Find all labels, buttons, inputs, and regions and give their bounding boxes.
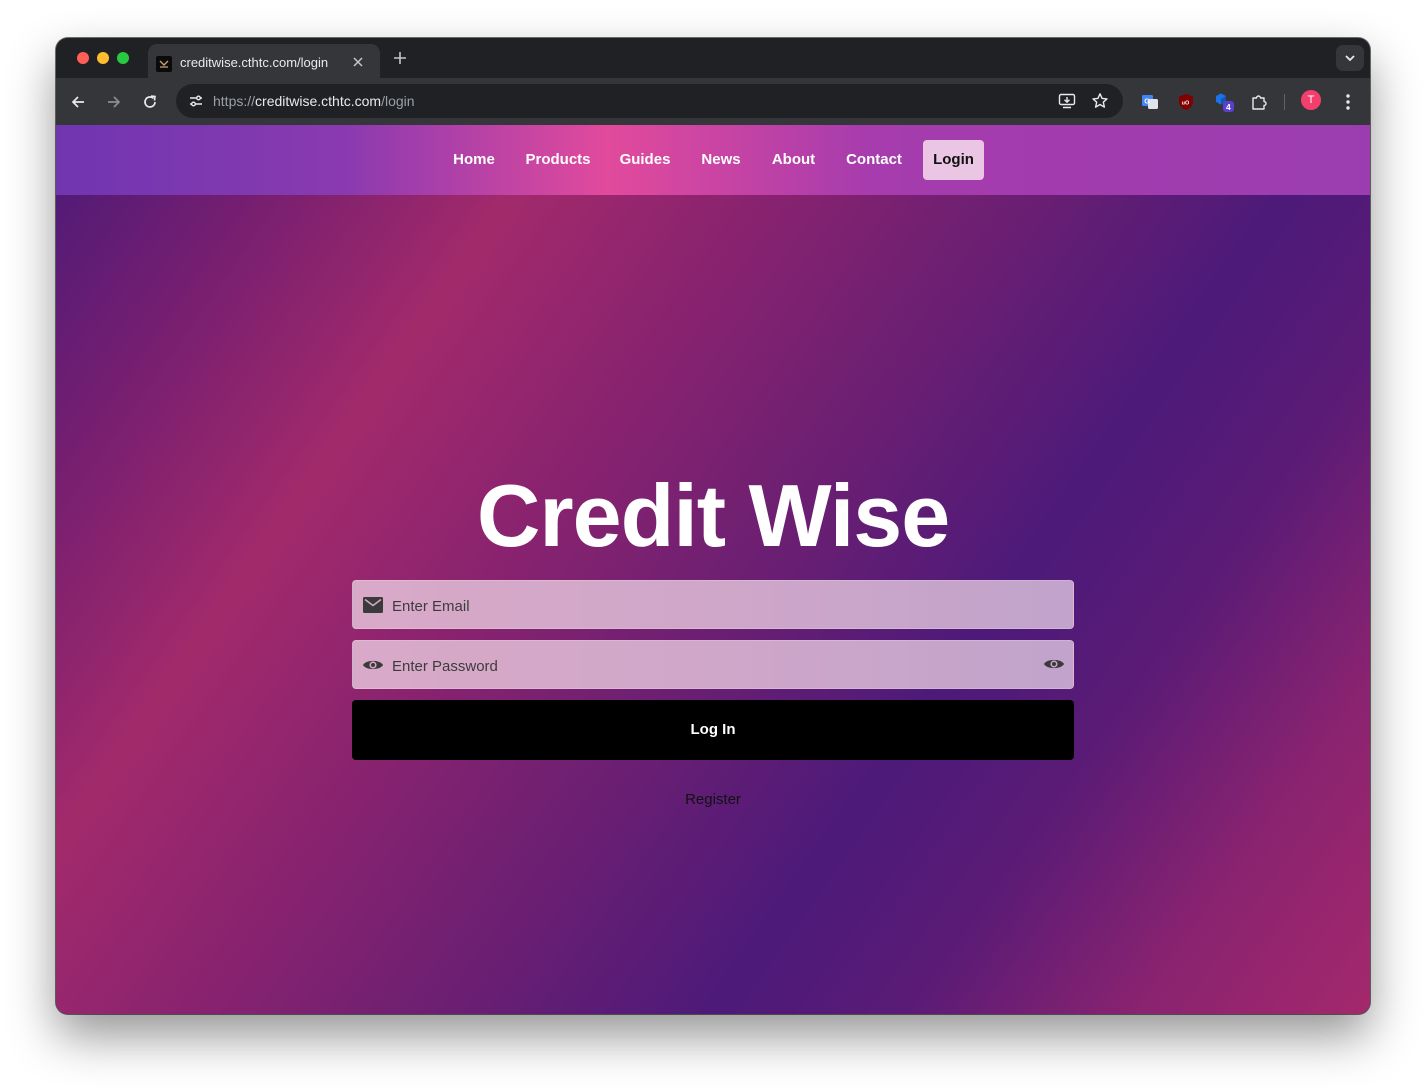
- tab-search-chevron-icon[interactable]: [1336, 45, 1364, 71]
- install-app-icon[interactable]: [1055, 89, 1079, 113]
- cube-extension-icon[interactable]: 4: [1212, 90, 1236, 114]
- forward-arrow-icon[interactable]: [102, 90, 126, 114]
- site-navbar: Home Products Guides News About Contact …: [56, 125, 1370, 195]
- close-tab-icon[interactable]: [350, 54, 366, 70]
- site-favicon-icon: [156, 56, 172, 72]
- url-host: creditwise.cthtc.com: [255, 93, 382, 109]
- page-title: Credit Wise: [476, 466, 950, 565]
- new-tab-icon[interactable]: [391, 49, 409, 67]
- nav-link-news[interactable]: News: [695, 140, 747, 180]
- tab-strip: creditwise.cthtc.com/login: [56, 38, 1370, 78]
- nav-link-login[interactable]: Login: [923, 140, 984, 180]
- password-field[interactable]: [352, 640, 1074, 690]
- show-password-toggle-icon[interactable]: [1042, 652, 1066, 676]
- register-link: Register: [56, 791, 1370, 808]
- google-translate-icon[interactable]: G: [1138, 90, 1162, 114]
- close-window-button[interactable]: [77, 52, 89, 64]
- web-page: Home Products Guides News About Contact …: [56, 125, 1370, 1014]
- svg-text:uO: uO: [1182, 101, 1190, 107]
- nav-link-contact[interactable]: Contact: [841, 140, 907, 180]
- url-scheme: https://: [213, 93, 256, 109]
- minimize-window-button[interactable]: [97, 52, 109, 64]
- email-input[interactable]: [392, 581, 1032, 630]
- url-path: /login: [381, 93, 415, 109]
- password-input[interactable]: [392, 641, 1032, 690]
- nav-link-about[interactable]: About: [765, 140, 822, 180]
- svg-text:G: G: [1144, 99, 1150, 106]
- nav-link-products[interactable]: Products: [520, 140, 596, 180]
- reload-icon[interactable]: [138, 90, 162, 114]
- url-text: https://creditwise.cthtc.com/login: [213, 93, 415, 109]
- toolbar-divider: [1284, 94, 1285, 110]
- email-field[interactable]: [352, 580, 1074, 630]
- register-link-label[interactable]: Register: [685, 791, 741, 808]
- star-icon[interactable]: [1088, 89, 1112, 113]
- profile-avatar[interactable]: T: [1301, 90, 1321, 110]
- kebab-menu-icon[interactable]: [1336, 90, 1360, 114]
- eye-icon: [361, 653, 385, 677]
- address-bar[interactable]: https://creditwise.cthtc.com/login: [176, 84, 1123, 118]
- envelope-icon: [361, 593, 385, 617]
- browser-window: creditwise.cthtc.com/login https://credi…: [56, 38, 1370, 1014]
- tune-icon[interactable]: [184, 89, 208, 113]
- ublock-origin-icon[interactable]: uO: [1174, 90, 1198, 114]
- nav-link-home[interactable]: Home: [440, 140, 508, 180]
- browser-toolbar: https://creditwise.cthtc.com/login G uO …: [56, 78, 1370, 125]
- puzzle-icon[interactable]: [1247, 90, 1271, 114]
- nav-link-guides[interactable]: Guides: [614, 140, 676, 180]
- browser-tab-active[interactable]: creditwise.cthtc.com/login: [148, 44, 380, 78]
- log-in-button[interactable]: Log In: [352, 700, 1074, 760]
- maximize-window-button[interactable]: [117, 52, 129, 64]
- back-arrow-icon[interactable]: [66, 90, 90, 114]
- tab-title: creditwise.cthtc.com/login: [180, 55, 329, 70]
- extension-badge-count: 4: [1226, 102, 1231, 112]
